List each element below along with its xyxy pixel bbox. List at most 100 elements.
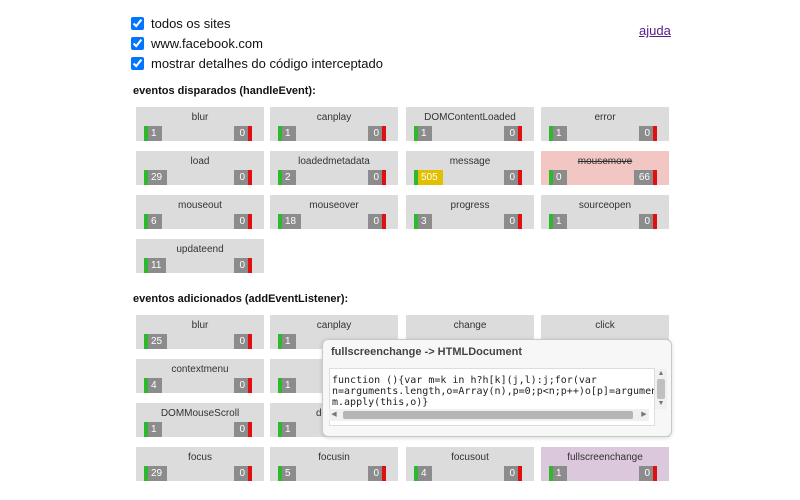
count-left: 29 [144, 466, 168, 481]
event-name: canplay [316, 320, 352, 331]
count-right: 0 [504, 126, 522, 141]
event-tile[interactable]: blur 25 0 [136, 315, 264, 349]
count-left: 2 [278, 170, 296, 185]
checkbox-all-sites[interactable] [131, 16, 144, 30]
event-tile[interactable]: progress 3 0 [406, 195, 534, 229]
count-right: 0 [234, 334, 252, 349]
event-name: progress [450, 200, 490, 211]
event-tile[interactable]: focus 29 0 [136, 447, 264, 481]
scroll-left-icon[interactable]: ◀ [329, 409, 339, 421]
count-left: 1 [278, 126, 296, 141]
count-left: 1 [278, 334, 296, 349]
code-text: function (){var m=k in h?h[k](j,l):j;for… [332, 375, 655, 408]
count-right: 0 [234, 258, 252, 273]
event-tile[interactable]: mouseout 6 0 [136, 195, 264, 229]
count-right: 0 [639, 466, 657, 481]
count-left: 11 [144, 258, 167, 273]
event-name: DOMMouseScroll [160, 408, 240, 419]
scroll-right-icon[interactable]: ▶ [639, 409, 649, 421]
vertical-scrollbar[interactable]: ▲ ▼ [655, 369, 667, 409]
event-name: mouseout [178, 200, 222, 211]
count-left: 505 [414, 170, 443, 185]
event-name: canplay [316, 112, 352, 123]
event-tile[interactable]: fullscreenchange 1 0 [541, 447, 669, 481]
count-left: 3 [414, 214, 432, 229]
count-left: 1 [549, 126, 567, 141]
count-left: 5 [278, 466, 296, 481]
count-right: 66 [633, 170, 657, 185]
option-facebook[interactable]: www.facebook.com [131, 34, 263, 52]
event-tile[interactable]: message 505 0 [406, 151, 534, 185]
event-name: mousemove [577, 156, 633, 167]
event-tile[interactable]: focusin 5 0 [270, 447, 398, 481]
event-name: updateend [176, 244, 224, 255]
scroll-down-icon[interactable]: ▼ [655, 399, 667, 409]
count-right: 0 [504, 214, 522, 229]
count-left: 6 [144, 214, 162, 229]
count-right: 0 [368, 170, 386, 185]
count-left: 4 [414, 466, 432, 481]
event-name: message [449, 156, 491, 167]
count-left: 29 [144, 170, 168, 185]
count-right: 0 [234, 170, 252, 185]
event-name: sourceopen [578, 200, 632, 211]
scroll-up-icon[interactable]: ▲ [655, 369, 667, 379]
event-name: load [190, 156, 210, 167]
code-popup: fullscreenchange -> HTMLDocument functio… [322, 339, 672, 437]
event-tile[interactable]: focusout 4 0 [406, 447, 534, 481]
event-name: contextmenu [171, 364, 229, 375]
count-right: 0 [234, 378, 252, 393]
event-name: mouseover [309, 200, 359, 211]
count-right: 0 [368, 126, 386, 141]
count-right: 0 [234, 422, 252, 437]
event-tile[interactable]: load 29 0 [136, 151, 264, 185]
event-tile[interactable]: mousemove 0 66 [541, 151, 669, 185]
checkbox-facebook[interactable] [131, 36, 144, 50]
section-title-added: eventos adicionados (addEventListener): [133, 293, 349, 305]
event-tile[interactable]: error 1 0 [541, 107, 669, 141]
event-name: loadedmetadata [298, 156, 370, 167]
event-tile[interactable]: updateend 11 0 [136, 239, 264, 273]
count-left: 1 [144, 126, 162, 141]
event-tile[interactable]: loadedmetadata 2 0 [270, 151, 398, 185]
event-name: click [595, 320, 615, 331]
event-name: blur [191, 320, 209, 331]
option-show-details[interactable]: mostrar detalhes do código interceptado [131, 54, 383, 72]
event-tile[interactable]: sourceopen 1 0 [541, 195, 669, 229]
count-right: 0 [234, 214, 252, 229]
count-left: 1 [278, 422, 296, 437]
event-tile[interactable]: canplay 1 0 [270, 107, 398, 141]
count-left: 4 [144, 378, 162, 393]
option-label: todos os sites [151, 15, 231, 31]
count-left: 1 [549, 214, 567, 229]
event-name: focusout [451, 452, 489, 463]
count-left: 18 [278, 214, 302, 229]
event-name: DOMContentLoaded [424, 112, 516, 123]
horizontal-scrollbar[interactable]: ◀ ▶ [329, 409, 649, 421]
scroll-thumb[interactable] [657, 379, 665, 399]
section-title-fired: eventos disparados (handleEvent): [133, 85, 316, 97]
event-name: fullscreenchange [567, 452, 643, 463]
help-link[interactable]: ajuda [639, 23, 671, 38]
event-name: error [594, 112, 616, 123]
count-right: 0 [234, 466, 252, 481]
event-tile[interactable]: DOMMouseScroll 1 0 [136, 403, 264, 437]
event-name: change [453, 320, 487, 331]
count-right: 0 [234, 126, 252, 141]
event-tile[interactable]: blur 1 0 [136, 107, 264, 141]
count-right: 0 [639, 126, 657, 141]
event-tile[interactable]: DOMContentLoaded 1 0 [406, 107, 534, 141]
option-all-sites[interactable]: todos os sites [131, 14, 231, 32]
count-right: 0 [639, 214, 657, 229]
scroll-thumb[interactable] [343, 411, 633, 419]
checkbox-show-details[interactable] [131, 56, 144, 70]
count-left: 25 [144, 334, 168, 349]
count-right: 0 [504, 170, 522, 185]
event-tile[interactable]: mouseover 18 0 [270, 195, 398, 229]
event-name: blur [191, 112, 209, 123]
popup-title: fullscreenchange -> HTMLDocument [331, 346, 523, 358]
event-name: focus [188, 452, 212, 463]
count-left: 1 [549, 466, 567, 481]
event-tile[interactable]: contextmenu 4 0 [136, 359, 264, 393]
event-name: focusin [318, 452, 350, 463]
